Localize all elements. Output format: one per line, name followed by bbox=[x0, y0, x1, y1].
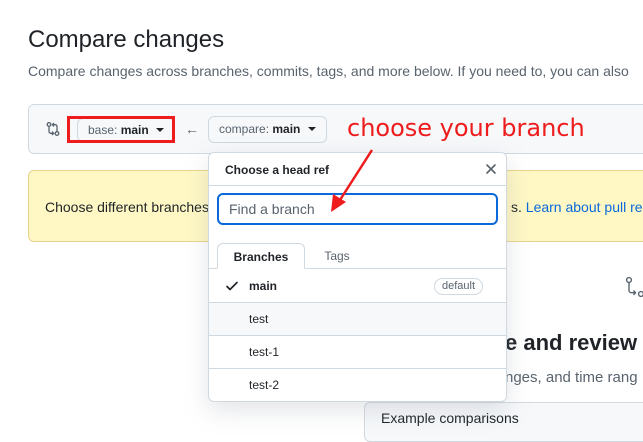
example-comparisons-label: Example comparisons bbox=[381, 410, 519, 426]
blankslate-text: nges, and time rang bbox=[505, 369, 638, 386]
flash-tail: s. Learn about pull re bbox=[511, 199, 643, 215]
popover-divider bbox=[209, 185, 506, 186]
annotation-highlight-box bbox=[67, 116, 175, 143]
popover-title: Choose a head ref bbox=[225, 163, 330, 177]
flash-tail-text: s. bbox=[511, 199, 522, 215]
branch-item-test-2[interactable]: test-2 bbox=[209, 369, 506, 401]
tab-branches[interactable]: Branches bbox=[217, 243, 305, 269]
branch-item-test[interactable]: test bbox=[209, 303, 506, 336]
compare-value: main bbox=[272, 122, 301, 136]
compare-branch-button[interactable]: compare: main bbox=[208, 116, 327, 143]
default-badge: default bbox=[434, 278, 484, 295]
blankslate-heading: e and review bbox=[505, 330, 638, 355]
flash-text: Choose different branches bbox=[45, 199, 209, 215]
example-comparisons-box: Example comparisons bbox=[364, 402, 643, 442]
branch-name: test bbox=[249, 312, 269, 326]
git-compare-icon bbox=[46, 122, 60, 136]
arrow-left-icon: ← bbox=[185, 121, 199, 137]
git-compare-icon bbox=[625, 276, 643, 298]
page-subtitle: Compare changes across branches, commits… bbox=[28, 63, 629, 79]
branch-name: test-2 bbox=[249, 378, 280, 392]
compare-label: compare: bbox=[219, 122, 270, 136]
branch-search-input[interactable] bbox=[217, 193, 498, 225]
annotation-text: choose your branch bbox=[347, 114, 585, 142]
caret-down-icon bbox=[307, 126, 316, 131]
branch-item-test-1[interactable]: test-1 bbox=[209, 336, 506, 369]
head-ref-popover: Choose a head ref Branches Tags main def… bbox=[208, 152, 507, 402]
branch-name: main bbox=[249, 279, 278, 293]
learn-more-link[interactable]: Learn about pull re bbox=[526, 199, 643, 215]
branch-name: test-1 bbox=[249, 345, 280, 359]
check-icon bbox=[226, 281, 238, 291]
x-icon[interactable] bbox=[483, 161, 499, 177]
page-title: Compare changes bbox=[28, 26, 225, 53]
ref-tabs: Branches Tags bbox=[209, 237, 506, 269]
branch-item-main[interactable]: main default bbox=[209, 270, 506, 303]
tab-tags[interactable]: Tags bbox=[309, 243, 365, 269]
